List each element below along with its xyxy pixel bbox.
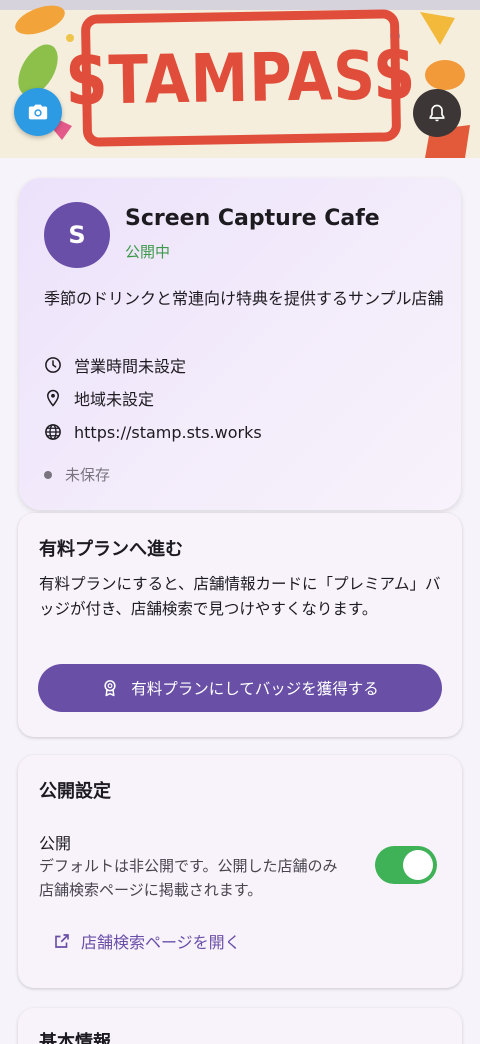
location-pin-icon [46,389,60,407]
status-dot-icon [44,470,52,479]
save-status-text: 未保存 [65,466,111,484]
publish-settings-card: 公開設定 公開 デフォルトは非公開です。公開した店舗のみ店舗検索ページに掲載され… [18,755,462,988]
shop-description: 季節のドリンクと常連向け特典を提供するサンプル店舗 [44,289,444,308]
open-shop-search-link[interactable]: 店舗検索ページを開く [53,929,241,953]
save-status: 未保存 [44,464,110,485]
upgrade-plan-label: 有料プランにしてバッジを獲得する [131,680,379,698]
basic-info-title: 基本情報 [39,1032,111,1044]
publish-settings-title: 公開設定 [39,781,111,802]
publish-description: デフォルトは非公開です。公開した店舗のみ店舗検索ページに掲載されます。 [39,857,338,899]
external-link-icon [55,934,69,948]
paid-plan-card: 有料プランへ進む 有料プランにすると、店舗情報カードに「プレミアム」バッジが付き… [18,513,462,737]
publish-status-badge: 公開中 [125,243,171,261]
url-row: https://stamp.sts.works [44,420,262,444]
logo-text: STAMPASS [65,35,417,121]
area-row: 地域未設定 [44,386,154,410]
shop-profile-card: S Screen Capture Cafe 公開中 季節のドリンクと常連向け特典… [19,178,461,510]
plan-title: 有料プランへ進む [39,539,183,560]
area-text: 地域未設定 [74,390,155,409]
publish-toggle[interactable] [375,846,437,884]
plan-description: 有料プランにすると、店舗情報カードに「プレミアム」バッジが付き、店舗検索で見つけ… [39,575,441,618]
shop-name: Screen Capture Cafe [125,206,380,231]
clock-icon [45,357,61,373]
hours-row: 営業時間未設定 [44,353,186,377]
open-shop-search-label: 店舗検索ページを開く [81,933,241,952]
bell-icon [429,104,445,122]
notification-button[interactable] [413,89,461,137]
avatar: S [44,202,110,268]
globe-icon [45,424,61,440]
url-text: https://stamp.sts.works [74,422,262,442]
hours-text: 営業時間未設定 [74,357,187,376]
toggle-knob [403,850,433,880]
stampass-logo: STAMPASS [65,9,417,147]
badge-icon [104,680,116,697]
header-banner: STAMPASS [0,0,480,158]
basic-info-card: 基本情報 [18,1008,462,1044]
camera-icon [28,104,48,120]
upgrade-plan-button[interactable]: 有料プランにしてバッジを獲得する [38,664,442,712]
camera-button[interactable] [14,88,62,136]
publish-label: 公開 [39,834,72,853]
